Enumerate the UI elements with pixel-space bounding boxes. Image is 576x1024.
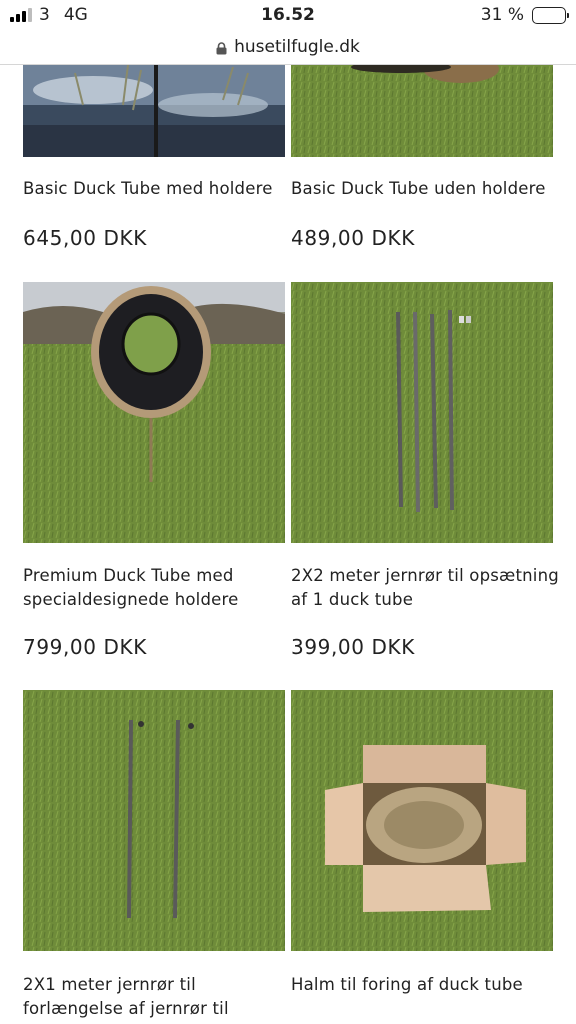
url-text: husetilfugle.dk [234, 37, 360, 57]
address-bar[interactable]: husetilfugle.dk [0, 30, 576, 64]
product-name[interactable]: Halm til foring af duck tube [291, 973, 559, 997]
two-poles-photo-icon [23, 690, 285, 951]
product-image-straw-box[interactable] [291, 690, 553, 951]
product-image-pond[interactable] [23, 65, 285, 157]
battery-icon [532, 6, 569, 24]
product-name[interactable]: 2X1 meter jernrør til forlængelse af jer… [23, 973, 291, 1021]
product-image-duck-tube[interactable] [23, 282, 285, 543]
product-image-two-poles[interactable] [23, 690, 285, 951]
duck-tube-photo-icon [23, 282, 285, 543]
lock-icon [216, 41, 227, 54]
product-name[interactable]: Basic Duck Tube uden holdere [291, 177, 559, 201]
status-bar: 3 4G 16.52 31 % [0, 0, 576, 30]
product-image-four-poles[interactable] [291, 282, 553, 543]
product-name[interactable]: Premium Duck Tube med specialdesignede h… [23, 564, 291, 612]
product-price: 645,00 DKK [23, 226, 147, 250]
product-image-grass[interactable] [291, 65, 553, 157]
battery-percent: 31 % [480, 5, 524, 25]
pond-photo-icon [23, 65, 285, 157]
four-poles-photo-icon [291, 282, 553, 543]
grass-photo-icon [291, 65, 553, 157]
status-right: 31 % [480, 5, 569, 25]
product-price: 489,00 DKK [291, 226, 415, 250]
product-price: 799,00 DKK [23, 635, 147, 659]
straw-box-photo-icon [291, 690, 553, 951]
product-name[interactable]: 2X2 meter jernrør til opsætning af 1 duc… [291, 564, 559, 612]
product-name[interactable]: Basic Duck Tube med holdere [23, 177, 291, 201]
product-price: 399,00 DKK [291, 635, 415, 659]
